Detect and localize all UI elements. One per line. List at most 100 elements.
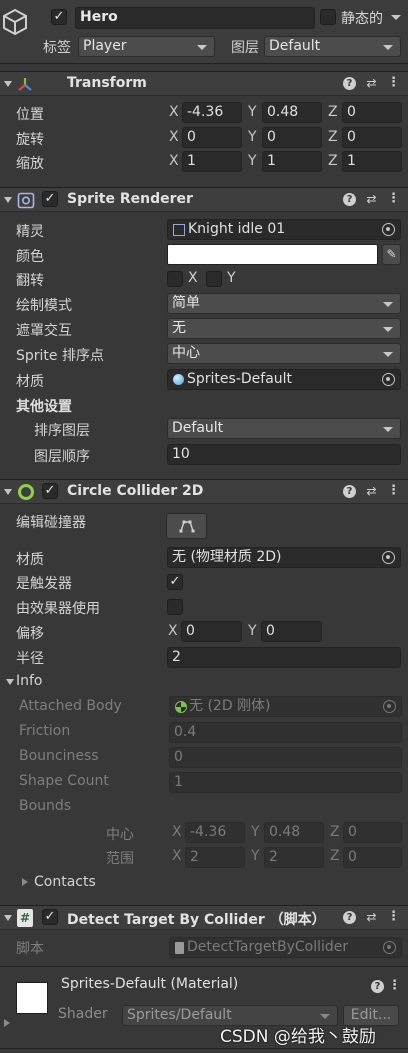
flip-y-label: Y xyxy=(227,270,236,286)
detect-script-enabled-checkbox[interactable]: ✓ xyxy=(42,909,58,925)
material-asset-icon xyxy=(173,374,184,385)
sort-point-value: 中心 xyxy=(172,345,200,361)
radius-field[interactable]: 2 xyxy=(167,647,401,668)
rotation-x-axis[interactable]: X xyxy=(169,129,179,145)
object-picker-icon xyxy=(383,941,396,954)
detect-script-header[interactable]: # ✓ Detect Target By Collider （脚本） ? ⇄ ⋮ xyxy=(0,905,408,930)
bounds-center-x-field: -4.36 xyxy=(185,822,245,843)
transform-header[interactable]: Transform ? ⇄ ⋮ xyxy=(0,71,408,96)
flip-y-checkbox[interactable] xyxy=(206,271,222,287)
rotation-x-field[interactable]: 0 xyxy=(182,127,242,148)
material-foldout-arrow-icon[interactable] xyxy=(4,1019,10,1027)
foldout-arrow-icon[interactable] xyxy=(4,81,12,87)
offset-y-field[interactable]: 0 xyxy=(261,621,322,642)
preset-icon[interactable]: ⇄ xyxy=(365,911,378,924)
help-icon[interactable]: ? xyxy=(371,980,384,993)
help-icon[interactable]: ? xyxy=(343,911,356,924)
mask-interaction-value: 无 xyxy=(172,320,186,336)
help-icon[interactable]: ? xyxy=(343,485,356,498)
active-checkbox[interactable]: ✓ xyxy=(51,9,67,25)
foldout-arrow-icon[interactable] xyxy=(4,489,12,495)
tag-value: Player xyxy=(83,38,127,54)
info-label[interactable]: Info xyxy=(16,673,43,689)
edit-collider-label: 编辑碰撞器 xyxy=(16,515,86,531)
circle-collider-header[interactable]: ✓ Circle Collider 2D ? ⇄ ⋮ xyxy=(0,479,408,504)
mask-interaction-dropdown[interactable]: 无 xyxy=(167,318,401,339)
position-x-axis[interactable]: X xyxy=(169,104,179,120)
order-in-layer-field[interactable]: 10 xyxy=(167,444,401,465)
scale-z-axis[interactable]: Z xyxy=(328,153,338,169)
used-by-effector-checkbox[interactable] xyxy=(167,599,183,615)
kebab-icon[interactable]: ⋮ xyxy=(387,192,400,206)
circle-collider-title: Circle Collider 2D xyxy=(67,483,204,499)
position-y-field[interactable]: 0.48 xyxy=(262,102,322,123)
draw-mode-value: 简单 xyxy=(172,295,200,311)
object-picker-icon[interactable] xyxy=(382,551,395,564)
scale-x-axis[interactable]: X xyxy=(169,153,179,169)
info-foldout-arrow-icon[interactable] xyxy=(6,679,14,685)
scale-x-field[interactable]: 1 xyxy=(182,151,242,172)
scale-y-axis[interactable]: Y xyxy=(248,153,257,169)
bounds-extent-y-field: 2 xyxy=(264,847,324,868)
preset-icon[interactable]: ⇄ xyxy=(365,77,378,90)
sort-point-dropdown[interactable]: 中心 xyxy=(167,343,401,364)
position-x-field[interactable]: -4.36 xyxy=(182,102,242,123)
offset-y-axis[interactable]: Y xyxy=(248,623,257,639)
position-z-axis[interactable]: Z xyxy=(328,104,338,120)
kebab-icon[interactable]: ⋮ xyxy=(387,484,400,498)
position-y-axis[interactable]: Y xyxy=(248,104,257,120)
kebab-icon[interactable]: ⋮ xyxy=(387,910,400,924)
sprite-field[interactable]: Knight idle 01 xyxy=(167,219,401,240)
contacts-label[interactable]: Contacts xyxy=(34,874,96,890)
static-checkbox[interactable] xyxy=(320,9,336,25)
contacts-foldout-arrow-icon[interactable] xyxy=(22,878,28,886)
bounds-extent-x-axis: X xyxy=(172,848,182,864)
position-z-field[interactable]: 0 xyxy=(342,102,402,123)
edit-collider-button[interactable] xyxy=(166,513,207,539)
friction-field: 0.4 xyxy=(169,722,402,743)
circle-collider-enabled-checkbox[interactable]: ✓ xyxy=(42,483,58,499)
object-picker-icon xyxy=(383,700,396,713)
object-picker-icon[interactable] xyxy=(382,373,395,386)
rotation-y-field[interactable]: 0 xyxy=(262,127,322,148)
tag-dropdown[interactable]: Player xyxy=(78,36,215,57)
sprite-renderer-enabled-checkbox[interactable]: ✓ xyxy=(42,191,58,207)
draw-mode-dropdown[interactable]: 简单 xyxy=(167,293,401,314)
sprite-renderer-header[interactable]: ✓ Sprite Renderer ? ⇄ ⋮ xyxy=(0,187,408,212)
is-trigger-label: 是触发器 xyxy=(16,576,72,592)
offset-x-axis[interactable]: X xyxy=(168,623,178,639)
bounds-extent-label: 范围 xyxy=(106,851,134,867)
object-name-input[interactable]: Hero xyxy=(75,7,315,29)
static-dropdown-arrow[interactable] xyxy=(391,15,401,20)
collider-material-field[interactable]: 无 (物理材质 2D) xyxy=(167,547,401,568)
scale-z-field[interactable]: 1 xyxy=(342,151,402,172)
sorting-layer-dropdown[interactable]: Default xyxy=(167,418,401,439)
preset-icon[interactable]: ⇄ xyxy=(365,193,378,206)
rotation-y-axis[interactable]: Y xyxy=(248,129,257,145)
bounds-extent-z-field: 0 xyxy=(343,847,402,868)
object-picker-icon[interactable] xyxy=(382,223,395,236)
used-by-effector-label: 由效果器使用 xyxy=(16,601,100,617)
help-icon[interactable]: ? xyxy=(343,77,356,90)
rotation-z-field[interactable]: 0 xyxy=(342,127,402,148)
preset-icon[interactable]: ⇄ xyxy=(365,485,378,498)
foldout-arrow-icon[interactable] xyxy=(4,915,12,921)
bounds-center-x-axis: X xyxy=(172,824,182,840)
layer-dropdown[interactable]: Default xyxy=(264,36,401,57)
kebab-icon[interactable]: ⋮ xyxy=(388,979,401,993)
color-swatch[interactable] xyxy=(167,244,378,265)
eyedropper-icon[interactable]: ✎ xyxy=(382,244,401,265)
help-icon[interactable]: ? xyxy=(343,193,356,206)
shader-label: Shader xyxy=(58,1006,108,1022)
flip-x-checkbox[interactable] xyxy=(167,271,183,287)
script-asset-icon xyxy=(175,942,184,954)
is-trigger-checkbox[interactable]: ✓ xyxy=(167,574,183,590)
foldout-arrow-icon[interactable] xyxy=(4,197,12,203)
shape-count-field: 1 xyxy=(169,772,402,793)
rotation-z-axis[interactable]: Z xyxy=(328,129,338,145)
offset-x-field[interactable]: 0 xyxy=(181,621,242,642)
kebab-icon[interactable]: ⋮ xyxy=(387,76,400,90)
additional-settings-label[interactable]: 其他设置 xyxy=(16,396,72,416)
scale-y-field[interactable]: 1 xyxy=(262,151,322,172)
material-field[interactable]: Sprites-Default xyxy=(167,369,401,390)
